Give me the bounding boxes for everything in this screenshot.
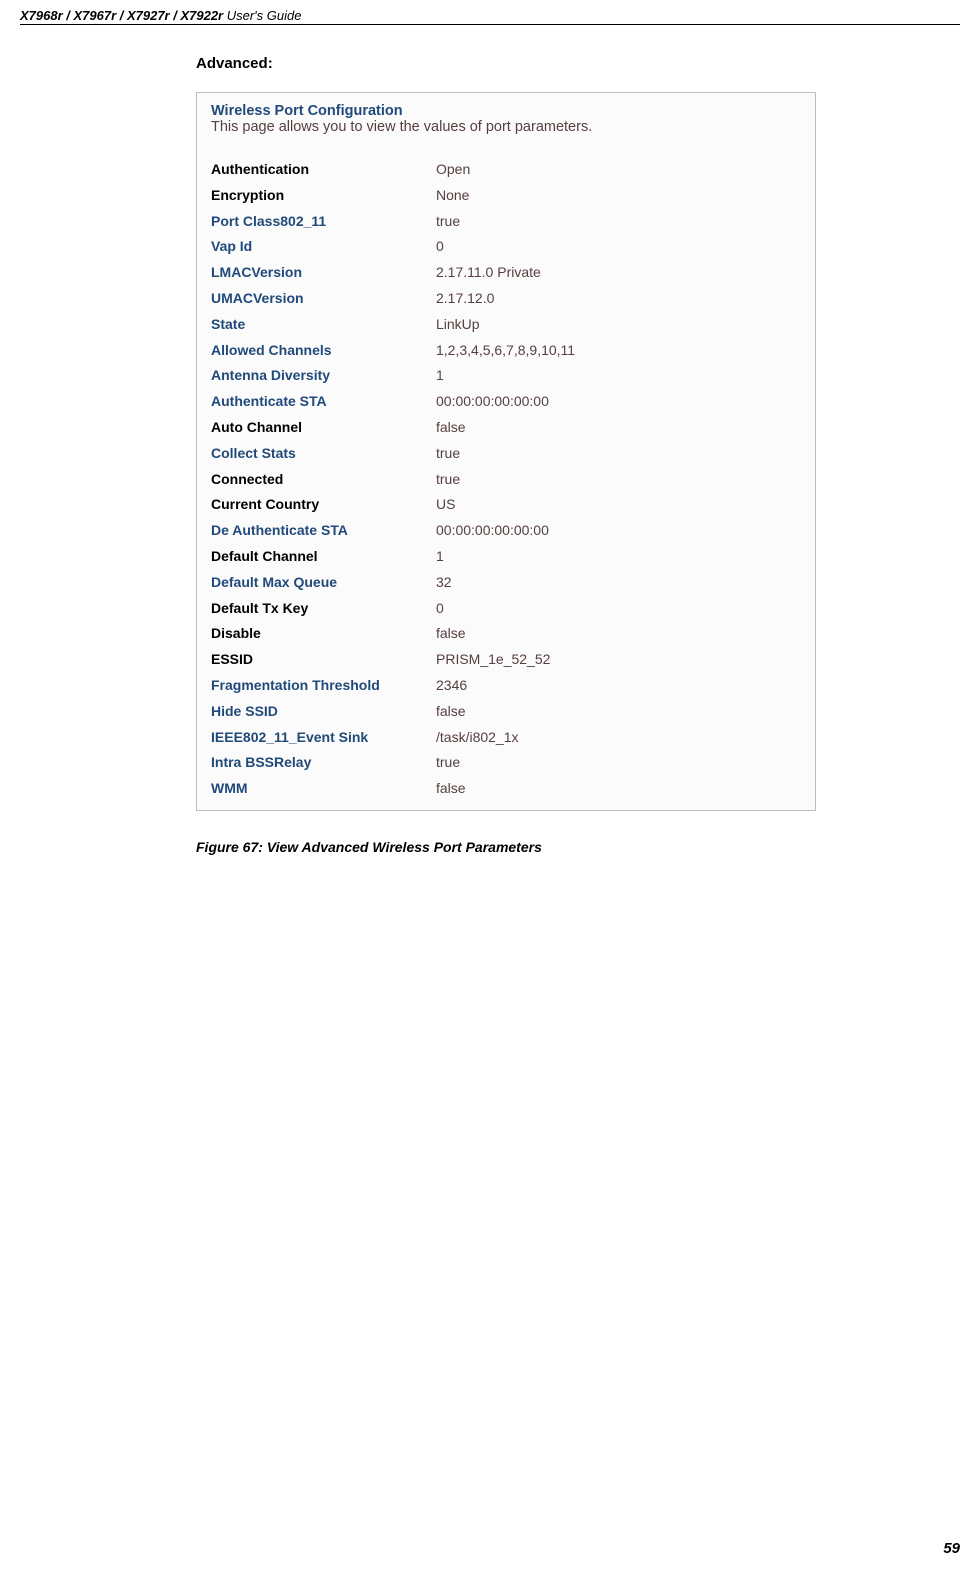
- param-label: Authentication: [211, 158, 436, 182]
- param-row: ESSIDPRISM_1e_52_52: [211, 647, 801, 673]
- param-row: Disablefalse: [211, 621, 801, 647]
- param-row: Connectedtrue: [211, 467, 801, 493]
- param-label: Default Channel: [211, 545, 436, 569]
- param-label: Encryption: [211, 184, 436, 208]
- param-label: Intra BSSRelay: [211, 751, 436, 775]
- param-label: Connected: [211, 468, 436, 492]
- param-label: Allowed Channels: [211, 339, 436, 363]
- param-value: false: [436, 777, 801, 801]
- param-value: 2.17.12.0: [436, 287, 801, 311]
- config-desc: This page allows you to view the values …: [211, 119, 801, 135]
- figure-caption: Figure 67: View Advanced Wireless Port P…: [196, 839, 966, 855]
- param-value: 0: [436, 597, 801, 621]
- param-label: UMACVersion: [211, 287, 436, 311]
- param-label: State: [211, 313, 436, 337]
- param-value: 00:00:00:00:00:00: [436, 390, 801, 414]
- param-value: /task/i802_1x: [436, 726, 801, 750]
- params-container: AuthenticationOpenEncryptionNonePort Cla…: [211, 157, 801, 802]
- param-row: UMACVersion2.17.12.0: [211, 286, 801, 312]
- param-value: US: [436, 493, 801, 517]
- param-value: true: [436, 468, 801, 492]
- param-row: EncryptionNone: [211, 183, 801, 209]
- param-value: true: [436, 751, 801, 775]
- param-value: 1: [436, 364, 801, 388]
- config-title: Wireless Port Configuration: [211, 103, 801, 119]
- param-row: Port Class802_11true: [211, 209, 801, 235]
- param-value: false: [436, 700, 801, 724]
- param-label: Hide SSID: [211, 700, 436, 724]
- param-label: Auto Channel: [211, 416, 436, 440]
- param-label: IEEE802_11_Event Sink: [211, 726, 436, 750]
- param-value: false: [436, 416, 801, 440]
- param-value: 00:00:00:00:00:00: [436, 519, 801, 543]
- param-value: true: [436, 210, 801, 234]
- param-value: 1,2,3,4,5,6,7,8,9,10,11: [436, 339, 801, 363]
- param-label: Port Class802_11: [211, 210, 436, 234]
- param-row: De Authenticate STA00:00:00:00:00:00: [211, 518, 801, 544]
- param-label: WMM: [211, 777, 436, 801]
- param-value: None: [436, 184, 801, 208]
- param-label: Fragmentation Threshold: [211, 674, 436, 698]
- param-row: Antenna Diversity1: [211, 363, 801, 389]
- param-value: 2.17.11.0 Private: [436, 261, 801, 285]
- param-row: AuthenticationOpen: [211, 157, 801, 183]
- param-row: Authenticate STA00:00:00:00:00:00: [211, 389, 801, 415]
- param-row: Intra BSSRelaytrue: [211, 750, 801, 776]
- param-row: Fragmentation Threshold2346: [211, 673, 801, 699]
- param-value: 0: [436, 235, 801, 259]
- param-row: Allowed Channels1,2,3,4,5,6,7,8,9,10,11: [211, 338, 801, 364]
- config-panel: Wireless Port Configuration This page al…: [196, 92, 816, 811]
- param-row: LMACVersion2.17.11.0 Private: [211, 260, 801, 286]
- header-models: X7968r / X7967r / X7927r / X7922r: [20, 8, 223, 23]
- param-row: Default Max Queue32: [211, 570, 801, 596]
- param-label: Authenticate STA: [211, 390, 436, 414]
- param-row: WMMfalse: [211, 776, 801, 802]
- param-value: Open: [436, 158, 801, 182]
- param-label: Current Country: [211, 493, 436, 517]
- param-row: Current CountryUS: [211, 492, 801, 518]
- advanced-heading: Advanced:: [196, 55, 966, 72]
- param-row: Vap Id0: [211, 234, 801, 260]
- param-row: IEEE802_11_Event Sink/task/i802_1x: [211, 725, 801, 751]
- param-value: 1: [436, 545, 801, 569]
- param-row: StateLinkUp: [211, 312, 801, 338]
- param-row: Hide SSIDfalse: [211, 699, 801, 725]
- param-row: Collect Statstrue: [211, 441, 801, 467]
- param-value: false: [436, 622, 801, 646]
- param-label: Default Max Queue: [211, 571, 436, 595]
- param-value: 2346: [436, 674, 801, 698]
- header-title: X7968r / X7967r / X7927r / X7922r User's…: [20, 8, 960, 25]
- param-label: Vap Id: [211, 235, 436, 259]
- param-value: PRISM_1e_52_52: [436, 648, 801, 672]
- param-value: LinkUp: [436, 313, 801, 337]
- param-value: 32: [436, 571, 801, 595]
- param-row: Auto Channelfalse: [211, 415, 801, 441]
- page-number: 59: [943, 1540, 960, 1557]
- param-row: Default Tx Key0: [211, 596, 801, 622]
- param-value: true: [436, 442, 801, 466]
- param-label: Disable: [211, 622, 436, 646]
- param-label: ESSID: [211, 648, 436, 672]
- header-rest: User's Guide: [223, 8, 301, 23]
- param-label: LMACVersion: [211, 261, 436, 285]
- param-label: Antenna Diversity: [211, 364, 436, 388]
- param-row: Default Channel1: [211, 544, 801, 570]
- param-label: Collect Stats: [211, 442, 436, 466]
- param-label: De Authenticate STA: [211, 519, 436, 543]
- param-label: Default Tx Key: [211, 597, 436, 621]
